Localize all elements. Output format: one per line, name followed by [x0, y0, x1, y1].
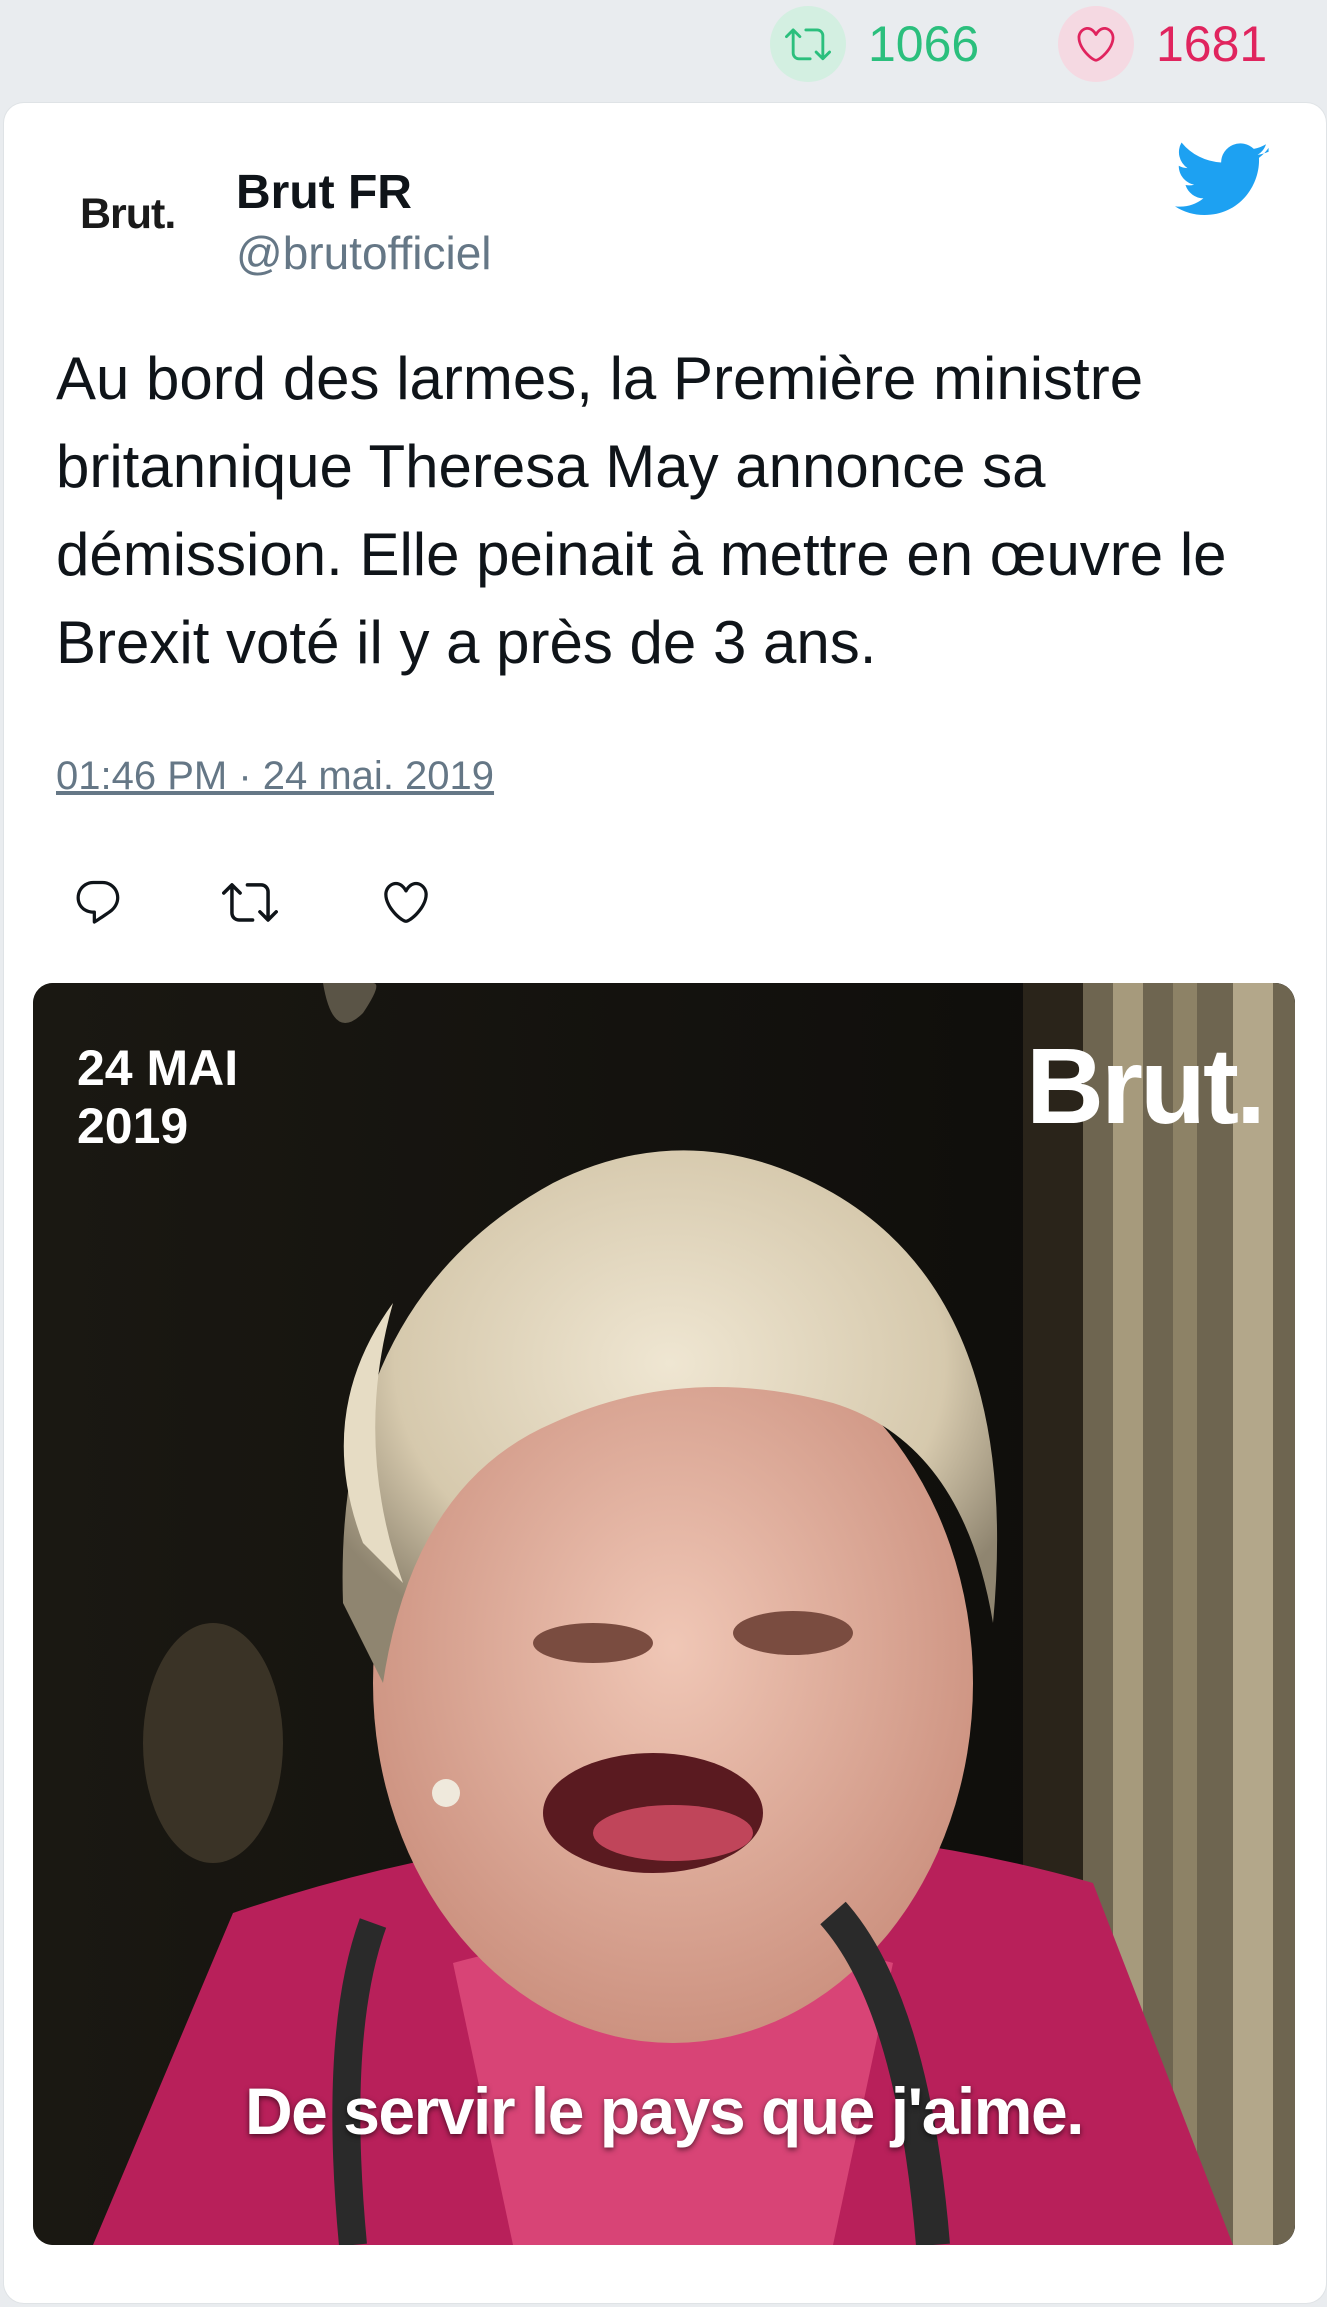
reply-icon: [76, 880, 120, 924]
retweet-button[interactable]: [218, 870, 282, 934]
tweet-timestamp[interactable]: 01:46 PM · 24 mai. 2019: [56, 754, 494, 799]
retweet-count: 1066: [868, 16, 980, 72]
like-count-stat[interactable]: 1681: [1058, 6, 1267, 82]
heart-icon: [1058, 6, 1134, 82]
like-button[interactable]: [374, 870, 438, 934]
retweet-icon: [222, 883, 278, 922]
stats-bar: 1066 1681: [0, 0, 1327, 100]
avatar[interactable]: Brut.: [80, 190, 176, 239]
retweet-count-stat[interactable]: 1066: [770, 6, 979, 82]
video-caption: De servir le pays que j'aime.: [245, 2074, 1085, 2148]
tweet-video[interactable]: 24 MAI 2019 Brut. De servir le pays que …: [33, 983, 1295, 2245]
like-count: 1681: [1156, 16, 1268, 72]
retweet-icon: [770, 6, 846, 82]
video-date-overlay: 24 MAI 2019: [77, 1040, 239, 1154]
like-icon: [384, 881, 428, 923]
author-handle[interactable]: @brutofficiel: [236, 226, 492, 280]
author-name[interactable]: Brut FR: [236, 165, 412, 220]
tweet-text: Au bord des larmes, la Première ministre…: [56, 345, 1227, 676]
video-brand-logo: Brut.: [1026, 1025, 1266, 1146]
twitter-bird-icon[interactable]: [1175, 142, 1270, 222]
video-frame: [33, 983, 1295, 2245]
reply-button[interactable]: [66, 870, 130, 934]
